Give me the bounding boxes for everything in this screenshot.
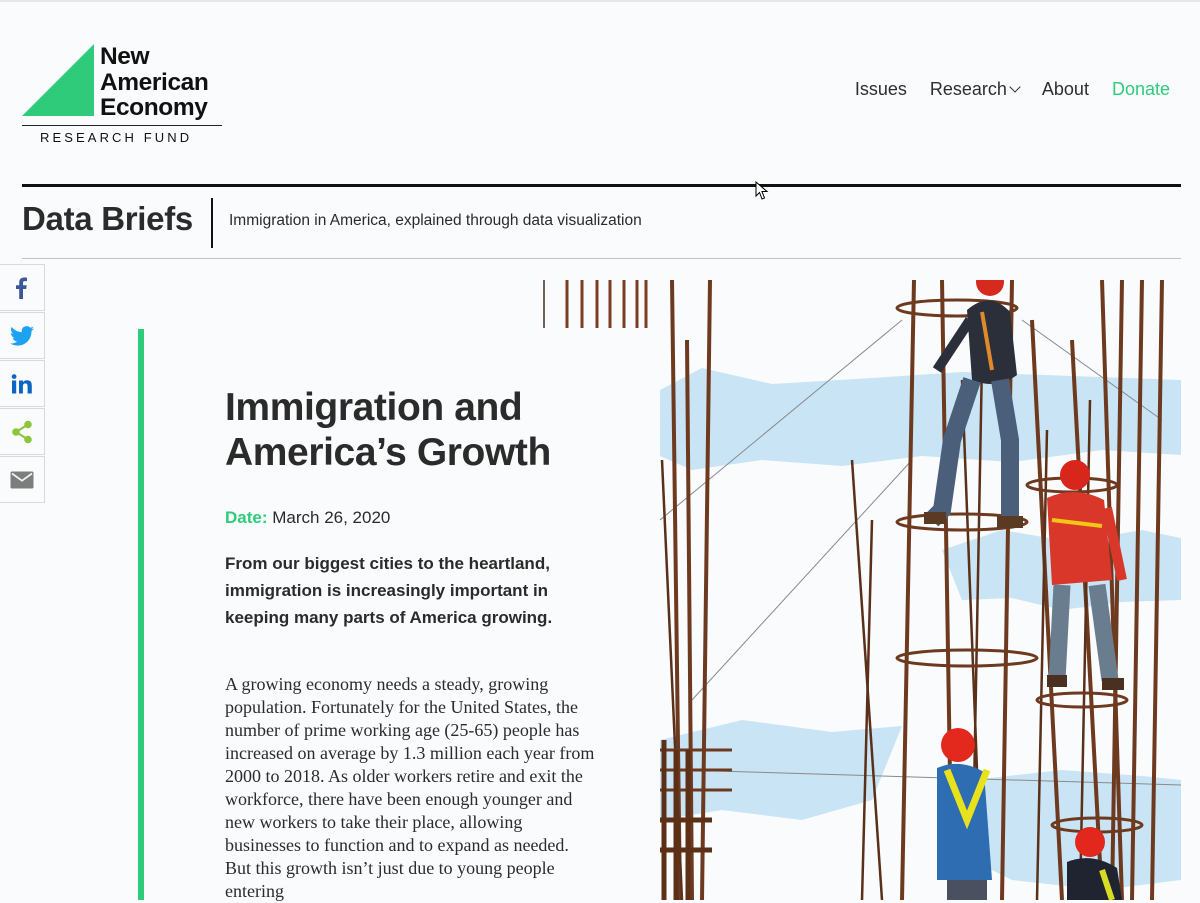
nae-logo[interactable]: New American Economy RESEARCH FUND [22, 44, 224, 148]
nav-donate[interactable]: Donate [1112, 79, 1170, 100]
article-lede: From our biggest cities to the heartland… [225, 554, 553, 627]
nav-issues[interactable]: Issues [855, 79, 907, 100]
nav-research-label: Research [929, 79, 1007, 99]
logo-subtitle: RESEARCH FUND [40, 130, 193, 145]
nav-research[interactable]: Research [929, 79, 1021, 100]
logo-line-2: American [100, 68, 209, 96]
section-divider [211, 198, 213, 248]
article-accent-bar [138, 329, 144, 900]
main-nav: Issues Research About Donate [855, 79, 1170, 100]
construction-workers-photo [542, 280, 1181, 900]
mouse-pointer-icon [755, 181, 769, 200]
header-divider [22, 184, 1181, 187]
share-bar [0, 264, 45, 504]
share-icon [12, 420, 32, 443]
logo-triangle-icon [22, 44, 94, 116]
twitter-icon [10, 325, 34, 346]
share-email-button[interactable] [0, 456, 45, 503]
logo-line-1: New [100, 43, 150, 70]
section-title[interactable]: Data Briefs [22, 200, 193, 238]
article-date: Date: March 26, 2020 [225, 508, 390, 528]
nav-about[interactable]: About [1042, 79, 1089, 100]
nav-about-label: About [1041, 79, 1089, 99]
chevron-down-icon [1009, 81, 1021, 93]
logo-line-3: Economy [100, 94, 208, 121]
article-body: A growing economy needs a steady, growin… [225, 674, 595, 901]
section-subtitle: Immigration in America, explained throug… [229, 212, 642, 229]
date-label: Date: [225, 508, 268, 527]
email-icon [10, 471, 34, 488]
share-generic-button[interactable] [0, 408, 45, 455]
nav-donate-label: Donate [1111, 79, 1170, 99]
section-rule [22, 258, 1181, 259]
nav-issues-label: Issues [854, 79, 907, 99]
share-linkedin-button[interactable] [0, 360, 45, 407]
share-twitter-button[interactable] [0, 312, 45, 359]
logo-wordmark: New American Economy [100, 43, 209, 121]
share-facebook-button[interactable] [0, 264, 45, 311]
logo-rule [22, 125, 222, 126]
linkedin-icon [11, 373, 32, 393]
top-border [0, 0, 1200, 2]
facebook-icon [16, 277, 27, 299]
date-value: March 26, 2020 [272, 508, 391, 527]
